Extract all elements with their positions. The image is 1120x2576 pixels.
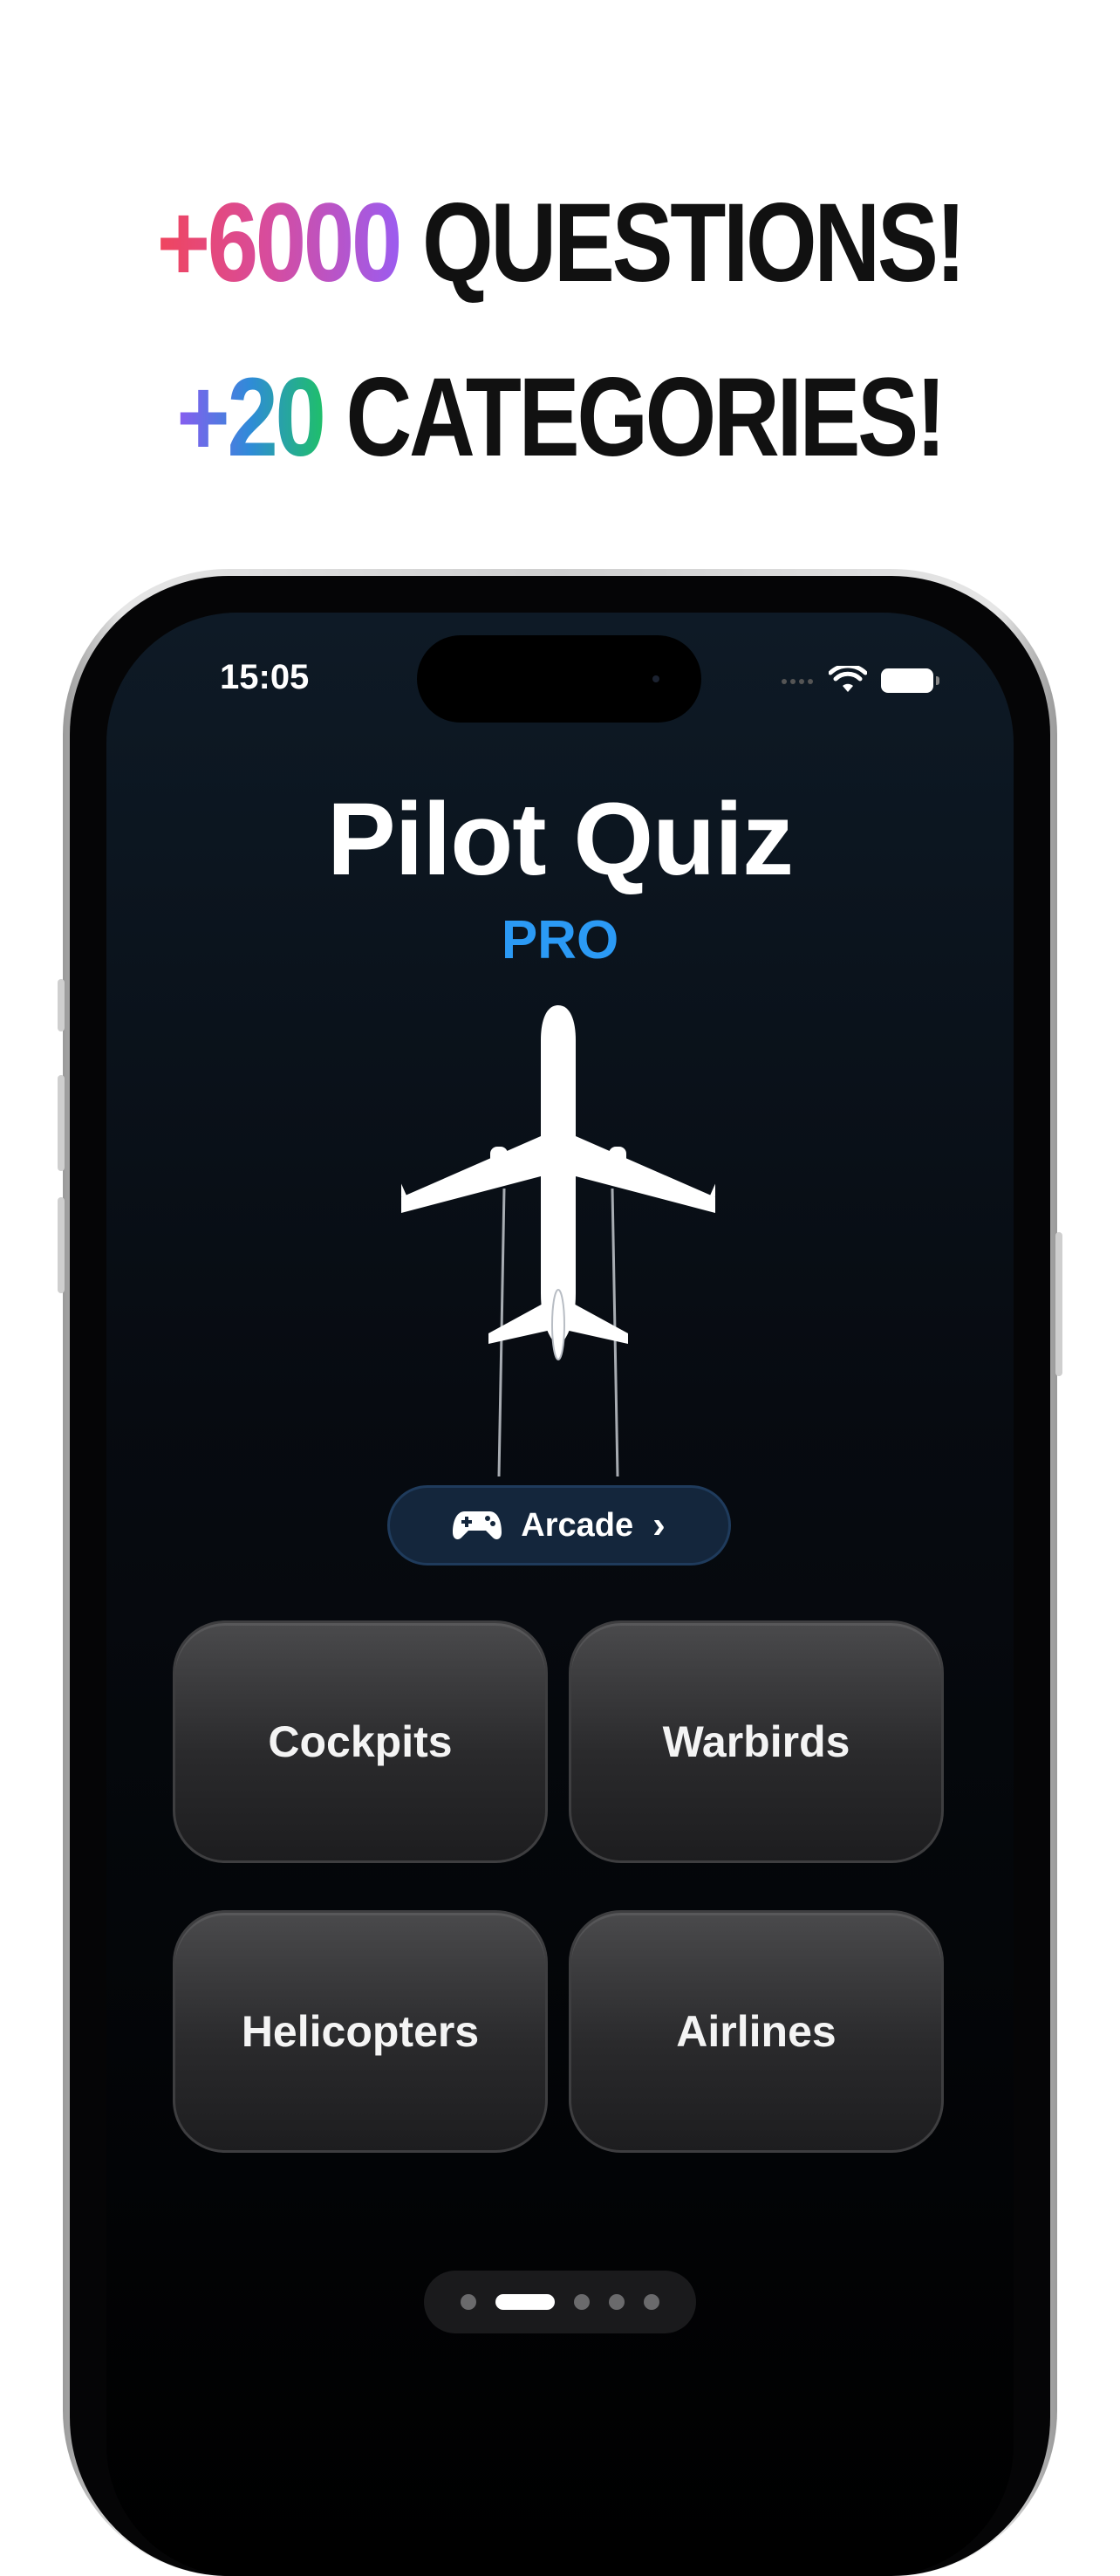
questions-count: +6000	[156, 181, 403, 305]
category-button-warbirds[interactable]: Warbirds	[569, 1620, 944, 1863]
page-dot[interactable]	[461, 2294, 476, 2310]
category-label: Helicopters	[241, 2007, 480, 2056]
page-dot-active[interactable]	[495, 2294, 555, 2310]
volume-down-button	[58, 1197, 65, 1293]
category-button-airlines[interactable]: Airlines	[569, 1910, 944, 2153]
arcade-button[interactable]: Arcade ›	[387, 1485, 731, 1565]
signal-icon	[780, 673, 815, 689]
wifi-icon	[829, 666, 867, 692]
page-dot[interactable]	[644, 2294, 659, 2310]
questions-label: QUESTIONS!	[400, 181, 966, 305]
page-dot[interactable]	[574, 2294, 590, 2310]
airplane-icon	[401, 1005, 715, 1476]
category-label: Airlines	[676, 2007, 837, 2056]
category-button-helicopters[interactable]: Helicopters	[173, 1910, 548, 2153]
chevron-right-icon: ›	[652, 1504, 666, 1546]
battery-icon	[881, 668, 939, 693]
status-icons	[780, 663, 939, 698]
categories-count: +20	[176, 355, 325, 480]
volume-up-button	[58, 1075, 65, 1171]
category-label: Warbirds	[662, 1717, 850, 1766]
app-screen: 15:05 Pilot Quiz PRO Arcade › Cockpits W…	[106, 613, 1014, 2576]
phone-frame: 15:05 Pilot Quiz PRO Arcade › Cockpits W…	[58, 569, 1062, 2576]
dynamic-island	[417, 635, 701, 723]
page-dot[interactable]	[609, 2294, 625, 2310]
categories-label: CATEGORIES!	[323, 355, 946, 480]
mute-switch	[58, 979, 65, 1031]
arcade-label: Arcade	[521, 1506, 634, 1544]
power-button	[1055, 1232, 1062, 1376]
app-title: Pilot Quiz	[326, 782, 794, 897]
phone-bezel: 15:05 Pilot Quiz PRO Arcade › Cockpits W…	[70, 576, 1050, 2576]
page-indicator[interactable]	[424, 2271, 696, 2333]
category-button-cockpits[interactable]: Cockpits	[173, 1620, 548, 1863]
status-time: 15:05	[220, 658, 310, 696]
category-label: Cockpits	[268, 1717, 453, 1766]
app-subtitle: PRO	[501, 910, 619, 970]
gamecontroller-icon	[453, 1511, 502, 1539]
headline-categories: +20 CATEGORIES!	[101, 353, 1020, 482]
headline-questions: +6000 QUESTIONS!	[101, 179, 1020, 307]
